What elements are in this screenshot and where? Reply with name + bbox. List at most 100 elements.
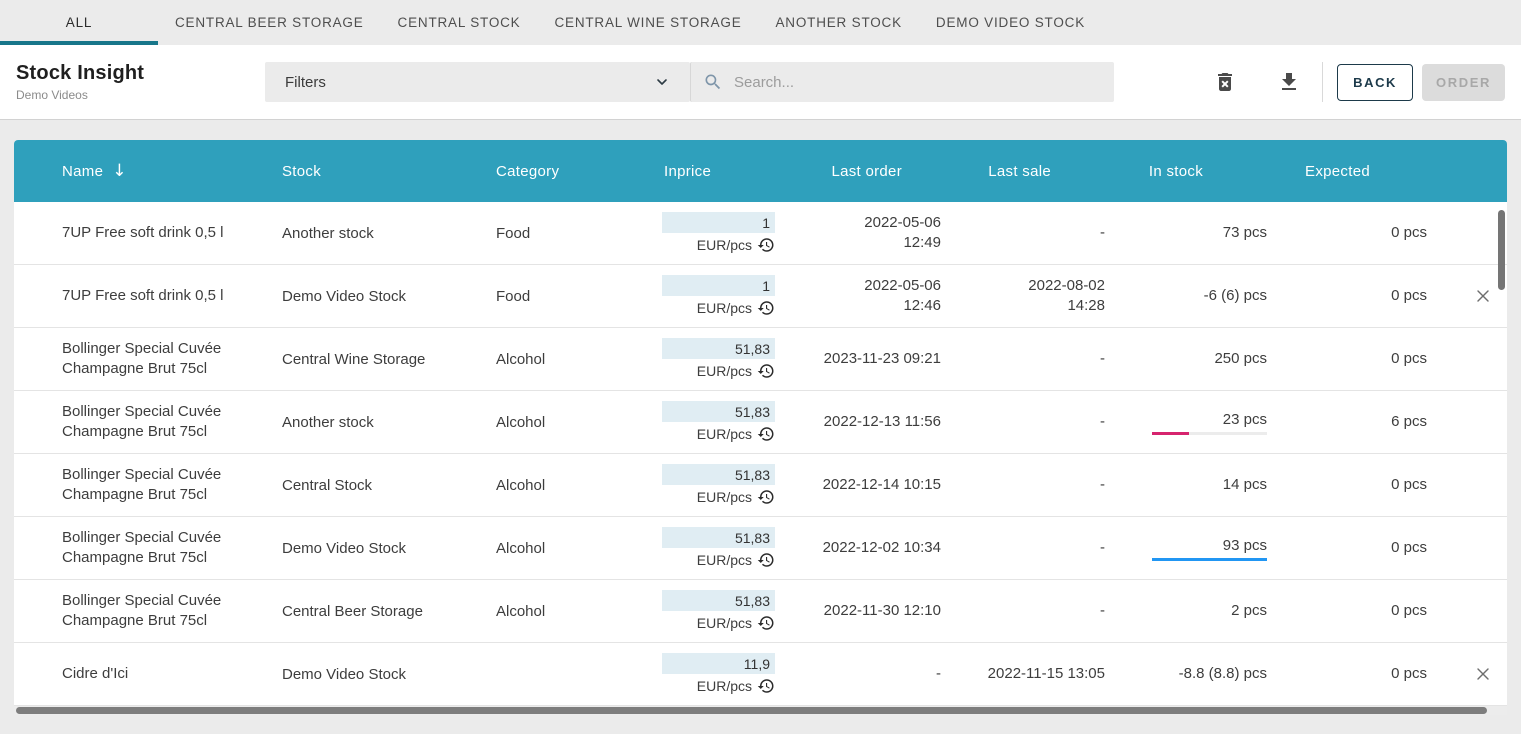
cell-stock: Central Wine Storage xyxy=(282,351,496,368)
stock-table: Name ↓ Stock Category Inprice Last order… xyxy=(14,140,1507,715)
inprice-input[interactable]: 1 xyxy=(662,275,775,296)
cell-in-stock: 14 pcs xyxy=(1136,475,1298,495)
history-icon[interactable] xyxy=(757,614,775,632)
cell-last-sale: - xyxy=(972,349,1136,369)
cell-in-stock: 23 pcs xyxy=(1136,410,1298,435)
inprice-unit: EUR/pcs xyxy=(697,552,752,568)
close-icon xyxy=(1473,286,1493,306)
cell-expected: 0 pcs xyxy=(1298,601,1458,621)
tab-central-wine-storage[interactable]: CENTRAL WINE STORAGE xyxy=(537,0,758,45)
horizontal-scrollbar xyxy=(14,706,1507,715)
cell-last-order: 2023-11-23 09:21 xyxy=(792,349,972,369)
column-header-in-stock[interactable]: In stock xyxy=(1136,163,1298,180)
tab-label: ANOTHER STOCK xyxy=(776,15,902,30)
chevron-down-icon xyxy=(654,74,670,90)
history-icon[interactable] xyxy=(757,236,775,254)
tab-another-stock[interactable]: ANOTHER STOCK xyxy=(759,0,919,45)
table-row: 7UP Free soft drink 0,5 l Another stock … xyxy=(14,202,1507,265)
cell-name: Bollinger Special Cuvée Champagne Brut 7… xyxy=(14,339,282,379)
cell-stock: Central Beer Storage xyxy=(282,603,496,620)
cell-name: Bollinger Special Cuvée Champagne Brut 7… xyxy=(14,465,282,505)
tab-label: DEMO VIDEO STOCK xyxy=(936,15,1085,30)
cell-name: 7UP Free soft drink 0,5 l xyxy=(14,223,282,243)
history-icon[interactable] xyxy=(757,362,775,380)
order-button[interactable]: ORDER xyxy=(1422,64,1505,101)
in-stock-input[interactable]: 23 pcs xyxy=(1223,410,1267,430)
page-title: Stock Insight xyxy=(16,62,265,85)
horizontal-scrollbar-thumb[interactable] xyxy=(16,707,1487,714)
tab-demo-video-stock[interactable]: DEMO VIDEO STOCK xyxy=(919,0,1102,45)
history-icon[interactable] xyxy=(757,551,775,569)
sort-desc-icon: ↓ xyxy=(112,163,127,180)
download-button[interactable] xyxy=(1275,68,1303,96)
table-row: Bollinger Special Cuvée Champagne Brut 7… xyxy=(14,454,1507,517)
cell-actions xyxy=(1458,660,1507,688)
close-icon xyxy=(1473,664,1493,684)
cell-in-stock: 93 pcs xyxy=(1136,536,1298,561)
tab-central-beer-storage[interactable]: CENTRAL BEER STORAGE xyxy=(158,0,381,45)
column-header-inprice[interactable]: Inprice xyxy=(664,163,792,180)
column-label: Name xyxy=(62,163,103,180)
search-input[interactable] xyxy=(732,73,1102,92)
tab-label: ALL xyxy=(66,15,92,30)
delete-button[interactable] xyxy=(1211,68,1239,96)
filters-dropdown[interactable]: Filters xyxy=(265,62,690,102)
cell-last-sale: 2022-11-15 13:05 xyxy=(972,664,1136,684)
column-header-last-order[interactable]: Last order xyxy=(792,163,972,180)
inprice-unit: EUR/pcs xyxy=(697,300,752,316)
vertical-scrollbar-thumb[interactable] xyxy=(1498,210,1505,290)
tab-central-stock[interactable]: CENTRAL STOCK xyxy=(381,0,538,45)
inprice-input[interactable]: 11,9 xyxy=(662,653,775,674)
column-header-name[interactable]: Name ↓ xyxy=(14,163,282,180)
cell-category: Alcohol xyxy=(496,603,664,620)
stock-insight-app: ALL CENTRAL BEER STORAGE CENTRAL STOCK C… xyxy=(0,0,1521,715)
inprice-input[interactable]: 1 xyxy=(662,212,775,233)
cell-expected: 6 pcs xyxy=(1298,412,1458,432)
toolbar-actions: BACK ORDER xyxy=(1211,62,1505,102)
column-header-last-sale[interactable]: Last sale xyxy=(972,163,1136,180)
download-icon xyxy=(1277,70,1301,94)
cell-name: Bollinger Special Cuvée Champagne Brut 7… xyxy=(14,591,282,631)
table-row: Bollinger Special Cuvée Champagne Brut 7… xyxy=(14,328,1507,391)
cell-last-order: 2022-12-14 10:15 xyxy=(792,475,972,495)
cell-expected: 0 pcs xyxy=(1298,664,1458,684)
inprice-input[interactable]: 51,83 xyxy=(662,338,775,359)
cell-inprice: 51,83 EUR/pcs xyxy=(664,464,792,506)
history-icon[interactable] xyxy=(757,488,775,506)
cell-name: Cidre d'Ici xyxy=(14,664,282,684)
page-subtitle: Demo Videos xyxy=(16,88,265,102)
cell-inprice: 51,83 EUR/pcs xyxy=(664,527,792,569)
cell-last-order: 2022-11-30 12:10 xyxy=(792,601,972,621)
column-header-category[interactable]: Category xyxy=(496,163,664,180)
cell-inprice: 51,83 EUR/pcs xyxy=(664,338,792,380)
trash-icon xyxy=(1213,70,1237,94)
cell-stock: Another stock xyxy=(282,414,496,431)
back-button[interactable]: BACK xyxy=(1337,64,1413,101)
history-icon[interactable] xyxy=(757,299,775,317)
inprice-unit: EUR/pcs xyxy=(697,615,752,631)
inprice-input[interactable]: 51,83 xyxy=(662,590,775,611)
clear-row-button[interactable] xyxy=(1469,660,1497,688)
inprice-input[interactable]: 51,83 xyxy=(662,464,775,485)
table-row: Bollinger Special Cuvée Champagne Brut 7… xyxy=(14,391,1507,454)
inprice-unit: EUR/pcs xyxy=(697,363,752,379)
tab-label: CENTRAL WINE STORAGE xyxy=(554,15,741,30)
cell-in-stock: -8.8 (8.8) pcs xyxy=(1136,664,1298,684)
tab-all[interactable]: ALL xyxy=(0,0,158,45)
column-header-expected[interactable]: Expected xyxy=(1298,163,1458,180)
low-stock-indicator xyxy=(1152,432,1267,435)
column-header-stock[interactable]: Stock xyxy=(282,163,496,180)
history-icon[interactable] xyxy=(757,425,775,443)
inprice-input[interactable]: 51,83 xyxy=(662,401,775,422)
cell-category: Alcohol xyxy=(496,414,664,431)
inprice-input[interactable]: 51,83 xyxy=(662,527,775,548)
clear-row-button[interactable] xyxy=(1469,282,1497,310)
cell-in-stock: 73 pcs xyxy=(1136,223,1298,243)
in-stock-input[interactable]: 93 pcs xyxy=(1223,536,1267,556)
inprice-unit: EUR/pcs xyxy=(697,426,752,442)
inprice-unit: EUR/pcs xyxy=(697,678,752,694)
history-icon[interactable] xyxy=(757,677,775,695)
cell-last-order: - xyxy=(792,664,972,684)
tab-label: CENTRAL BEER STORAGE xyxy=(175,15,364,30)
cell-category: Alcohol xyxy=(496,540,664,557)
